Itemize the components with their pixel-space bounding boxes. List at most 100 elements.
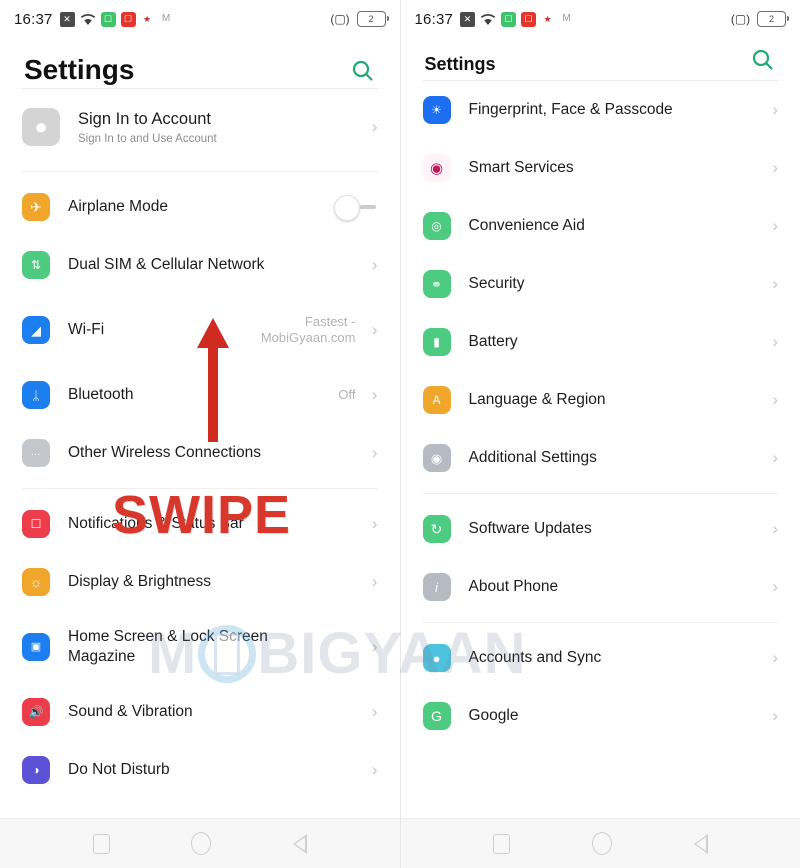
list-item-additional-settings[interactable]: ◉ Additional Settings › xyxy=(422,429,778,487)
list-item-label: About Phone xyxy=(468,578,559,596)
list-item-security[interactable]: ⚭ Security › xyxy=(422,255,778,313)
search-icon[interactable] xyxy=(350,58,376,84)
list-item-about-phone[interactable]: i About Phone › xyxy=(422,558,778,616)
back-triangle-icon[interactable] xyxy=(293,833,308,854)
language-icon: A xyxy=(422,386,451,414)
sound-icon: 🔊 xyxy=(22,698,50,726)
smart-services-icon: ◉ xyxy=(422,154,451,182)
battery-status-icon: 2 xyxy=(356,11,389,27)
airplane-mode-toggle[interactable] xyxy=(333,195,378,221)
chevron-right-icon: › xyxy=(772,100,778,119)
left-phone-screen: 16:37 ✕ ☐ ☐ ★ M (▢) 2 Settings ● Sign In… xyxy=(0,0,400,868)
list-item-label: Dual SIM & Cellular Network xyxy=(68,256,265,274)
chevron-right-icon: › xyxy=(772,216,778,235)
notifications-icon: ☐ xyxy=(22,510,50,538)
navigation-bar xyxy=(400,818,800,868)
green-app-icon: ☐ xyxy=(501,11,517,27)
bluetooth-icon: ᛦ xyxy=(22,381,50,409)
bluetooth-value: Off xyxy=(338,386,356,402)
list-item-fingerprint-face-passcode[interactable]: ☀ Fingerprint, Face & Passcode › xyxy=(422,81,778,139)
chevron-right-icon: › xyxy=(371,443,378,462)
list-item-label: Battery xyxy=(468,333,518,351)
accounts-sync-icon: ● xyxy=(422,644,451,672)
chevron-right-icon: › xyxy=(772,448,778,467)
list-item-sound-vibration[interactable]: 🔊 Sound & Vibration › xyxy=(22,683,378,741)
wifi-icon xyxy=(480,13,496,26)
home-circle-icon[interactable] xyxy=(591,832,612,855)
list-item-label: Airplane Mode xyxy=(68,198,168,216)
back-triangle-icon[interactable] xyxy=(693,833,708,854)
list-item-label: Other Wireless Connections xyxy=(68,444,261,462)
battery-status-icon: 2 xyxy=(757,11,789,27)
list-item-home-screen-lock-screen-magazine[interactable]: ▣ Home Screen & Lock Screen Magazine › xyxy=(22,611,378,683)
list-item-convenience-aid[interactable]: ◎ Convenience Aid › xyxy=(422,197,778,255)
person-avatar-icon: ● xyxy=(22,108,60,146)
chevron-right-icon: › xyxy=(371,255,378,274)
list-item-label: Google xyxy=(468,707,519,725)
status-icon-group: ✕ ☐ ☐ ★ M xyxy=(59,11,174,27)
vibrate-icon: (▢) xyxy=(730,12,751,26)
home-circle-icon[interactable] xyxy=(191,832,212,855)
list-item-label: Security xyxy=(468,275,525,293)
wifi-value: Fastest - MobiGyaan.com xyxy=(260,313,356,345)
chevron-right-icon: › xyxy=(772,332,778,351)
list-item-google[interactable]: G Google › xyxy=(422,687,778,745)
chevron-right-icon: › xyxy=(371,637,378,656)
account-labels: Sign In to Account Sign In to and Use Ac… xyxy=(78,109,366,145)
chevron-right-icon: › xyxy=(371,702,378,721)
list-item-label: Display & Brightness xyxy=(68,573,212,591)
list-item-battery[interactable]: ▮ Battery › xyxy=(422,313,778,371)
list-item-bluetooth[interactable]: ᛦ Bluetooth Off › xyxy=(22,366,378,424)
battery-icon: ▮ xyxy=(422,328,451,356)
chevron-right-icon: › xyxy=(371,320,378,339)
wifi-icon: ◢ xyxy=(22,316,50,344)
brightness-icon: ☼ xyxy=(22,568,50,596)
list-item-label: Do Not Disturb xyxy=(68,761,170,779)
vibrate-icon: (▢) xyxy=(330,12,350,26)
list-item-label: Language & Region xyxy=(468,391,606,409)
list-item-accounts-and-sync[interactable]: ● Accounts and Sync › xyxy=(422,629,778,687)
recents-square-icon[interactable] xyxy=(92,833,110,854)
gmail-icon: M xyxy=(161,13,171,24)
app-header: Settings xyxy=(0,38,400,88)
do-not-disturb-icon: ◑ xyxy=(22,756,50,784)
list-item-label: Additional Settings xyxy=(468,449,597,467)
recents-square-icon[interactable] xyxy=(493,833,511,854)
chevron-right-icon: › xyxy=(371,760,378,779)
chevron-right-icon: › xyxy=(371,117,378,136)
list-item-language-region[interactable]: A Language & Region › xyxy=(422,371,778,429)
list-item-wifi[interactable]: ◢ Wi-Fi Fastest - MobiGyaan.com › xyxy=(22,294,378,366)
list-item-label: Fingerprint, Face & Passcode xyxy=(468,101,673,119)
list-item-smart-services[interactable]: ◉ Smart Services › xyxy=(422,139,778,197)
additional-settings-icon: ◉ xyxy=(422,444,451,472)
list-divider xyxy=(422,622,778,623)
settings-list: ☀ Fingerprint, Face & Passcode › ◉ Smart… xyxy=(400,81,800,745)
list-item-label: Smart Services xyxy=(468,159,574,177)
x-badge-icon: ✕ xyxy=(460,11,476,27)
list-item-display-brightness[interactable]: ☼ Display & Brightness › xyxy=(22,553,378,611)
list-item-dual-sim[interactable]: ⇅ Dual SIM & Cellular Network › xyxy=(22,236,378,294)
search-icon[interactable] xyxy=(750,47,776,73)
chevron-right-icon: › xyxy=(772,648,778,667)
status-time: 16:37 xyxy=(14,10,53,28)
list-item-other-wireless-connections[interactable]: … Other Wireless Connections › xyxy=(22,424,378,482)
list-item-label: Bluetooth xyxy=(68,386,134,404)
chevron-right-icon: › xyxy=(371,572,378,591)
account-title: Sign In to Account xyxy=(78,110,212,129)
chevron-right-icon: › xyxy=(772,706,778,725)
chevron-right-icon: › xyxy=(772,274,778,293)
battery-level: 2 xyxy=(368,14,374,24)
battery-level: 2 xyxy=(768,14,774,24)
x-badge-icon: ✕ xyxy=(59,11,75,27)
chevron-right-icon: › xyxy=(772,158,778,177)
list-item-label: Home Screen & Lock Screen Magazine xyxy=(68,628,268,665)
swipe-annotation-label: SWIPE xyxy=(112,485,292,545)
ellipsis-icon: … xyxy=(22,439,50,467)
page-title: Settings xyxy=(424,54,496,74)
status-icon-group: ✕ ☐ ☐ ★ M xyxy=(460,11,574,27)
navigation-bar xyxy=(0,818,400,868)
list-item-do-not-disturb[interactable]: ◑ Do Not Disturb › xyxy=(22,741,378,799)
list-item-airplane-mode[interactable]: ✈ Airplane Mode xyxy=(22,178,378,236)
sign-in-account-row[interactable]: ● Sign In to Account Sign In to and Use … xyxy=(22,89,378,165)
list-item-software-updates[interactable]: ↻ Software Updates › xyxy=(422,500,778,558)
